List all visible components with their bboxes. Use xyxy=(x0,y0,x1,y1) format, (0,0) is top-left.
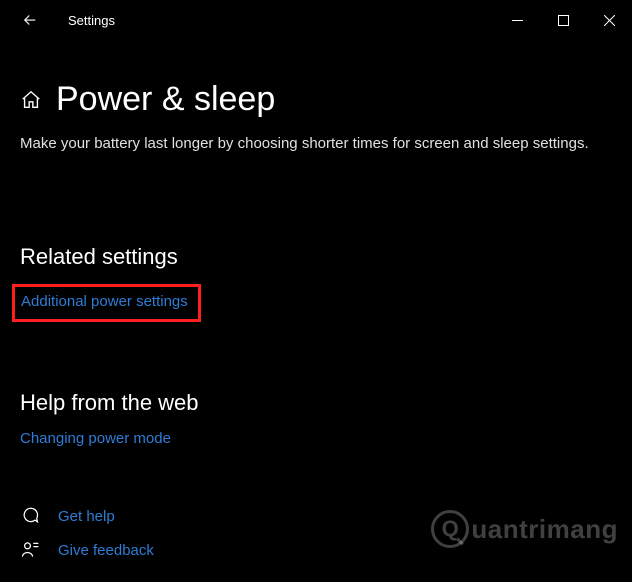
get-help-row[interactable]: Get help xyxy=(20,506,612,526)
page-description: Make your battery last longer by choosin… xyxy=(20,133,600,154)
changing-power-mode-link[interactable]: Changing power mode xyxy=(20,430,171,447)
help-from-web-heading: Help from the web xyxy=(20,390,612,416)
window-controls xyxy=(494,0,632,40)
related-settings-section: Related settings Additional power settin… xyxy=(20,244,612,322)
related-settings-heading: Related settings xyxy=(20,244,612,270)
window-title: Settings xyxy=(68,13,115,28)
titlebar: Settings xyxy=(0,0,632,40)
page-title: Power & sleep xyxy=(56,80,275,119)
close-button[interactable] xyxy=(586,0,632,40)
additional-power-settings-link[interactable]: Additional power settings xyxy=(21,293,188,310)
get-help-link: Get help xyxy=(58,508,115,525)
help-from-web-section: Help from the web Changing power mode xyxy=(20,390,612,448)
feedback-icon xyxy=(20,540,40,560)
content-area: Power & sleep Make your battery last lon… xyxy=(0,80,632,560)
give-feedback-row[interactable]: Give feedback xyxy=(20,540,612,560)
chat-icon xyxy=(20,506,40,526)
home-icon[interactable] xyxy=(20,89,42,111)
give-feedback-link: Give feedback xyxy=(58,542,154,559)
highlight-box: Additional power settings xyxy=(12,284,201,322)
minimize-button[interactable] xyxy=(494,0,540,40)
support-section: Get help Give feedback xyxy=(20,506,612,560)
back-button[interactable] xyxy=(20,10,40,30)
page-header: Power & sleep xyxy=(20,80,612,119)
titlebar-left: Settings xyxy=(0,10,115,30)
maximize-button[interactable] xyxy=(540,0,586,40)
